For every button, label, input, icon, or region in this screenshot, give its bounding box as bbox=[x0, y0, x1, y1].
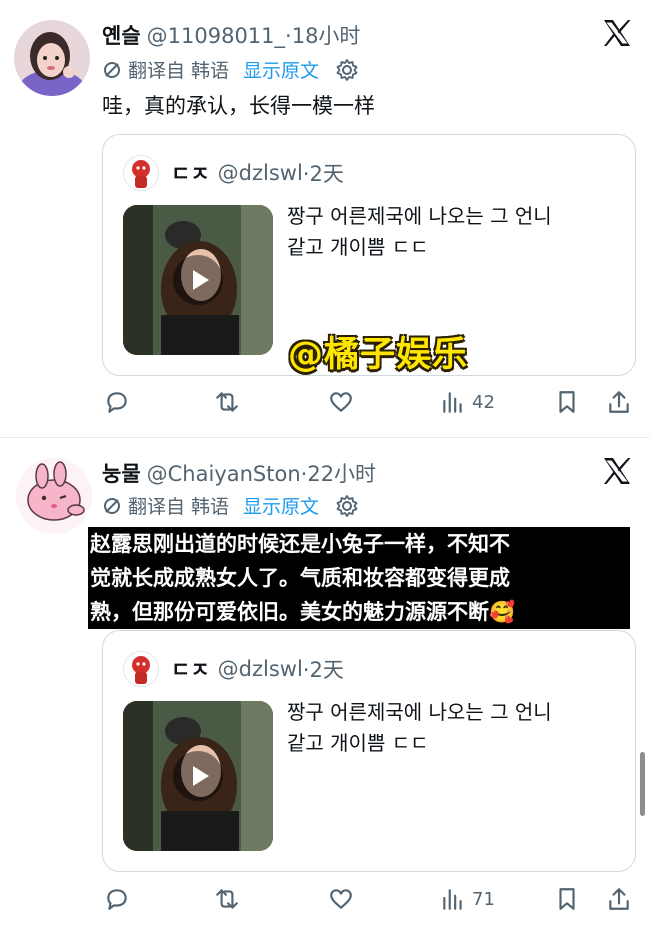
author-name[interactable]: 옌슬 bbox=[102, 24, 141, 48]
views-button[interactable]: 71 bbox=[440, 884, 495, 914]
views-icon bbox=[443, 392, 462, 413]
views-button[interactable]: 42 bbox=[440, 387, 495, 417]
author-handle[interactable]: @ChaiyanSton bbox=[147, 462, 301, 486]
tweet-header: 옌슬 @11098011_·18小时 bbox=[102, 20, 360, 50]
play-icon[interactable] bbox=[173, 751, 223, 801]
settings-icon[interactable] bbox=[335, 494, 359, 518]
quote-text: 짱구 어른제국에 나오는 그 언니 같고 개이쁨 ㄷㄷ bbox=[287, 697, 552, 759]
video-thumbnail[interactable] bbox=[123, 701, 273, 851]
quote-avatar-image bbox=[132, 656, 150, 684]
show-original-link[interactable]: 显示原文 bbox=[243, 492, 319, 519]
reply-icon bbox=[107, 392, 127, 413]
share-icon bbox=[609, 888, 629, 910]
video-thumbnail[interactable] bbox=[123, 205, 273, 355]
play-icon[interactable] bbox=[173, 255, 223, 305]
post-time[interactable]: ·22小时 bbox=[301, 462, 376, 486]
like-icon bbox=[330, 889, 352, 909]
quoted-tweet[interactable]: ㄷㅈ @dzlswl ·2天 짱구 어른제국에 나오는 그 언니 같고 개이쁨 … bbox=[102, 630, 636, 872]
author-name[interactable]: 눙물 bbox=[102, 462, 141, 486]
settings-icon[interactable] bbox=[335, 58, 359, 82]
translation-bar: 翻译自 韩语 显示原文 bbox=[102, 492, 359, 519]
retweet-icon bbox=[216, 392, 238, 412]
x-logo-icon bbox=[604, 20, 631, 46]
caption-line-2: 觉就长成成熟女人了。气质和妆容都变得更成 bbox=[90, 566, 510, 590]
caption-line-1: 赵露思刚出道的时候还是小兔子一样，不知不 bbox=[90, 532, 510, 556]
bookmark-icon bbox=[559, 391, 575, 413]
show-original-link[interactable]: 显示原文 bbox=[243, 56, 319, 83]
translate-icon bbox=[104, 61, 120, 78]
reply-button[interactable] bbox=[104, 884, 130, 914]
quote-author-name[interactable]: ㄷㅈ bbox=[171, 654, 210, 684]
quote-text-line-1: 짱구 어른제국에 나오는 그 언니 bbox=[287, 204, 552, 228]
tweet-header: 눙물 @ChaiyanSton·22小时 bbox=[102, 458, 376, 488]
quote-author-handle[interactable]: @dzlswl bbox=[218, 657, 303, 681]
views-count: 71 bbox=[472, 888, 495, 910]
share-button[interactable] bbox=[606, 387, 632, 417]
views-count: 42 bbox=[472, 391, 495, 413]
bookmark-button[interactable] bbox=[554, 387, 580, 417]
avatar[interactable] bbox=[14, 20, 90, 96]
translated-from-label: 翻译自 韩语 bbox=[128, 496, 230, 518]
translate-icon bbox=[104, 497, 120, 514]
reply-icon bbox=[107, 889, 127, 910]
quote-text: 짱구 어른제국에 나오는 그 언니 같고 개이쁨 ㄷㄷ bbox=[287, 201, 552, 263]
action-bar: 71 bbox=[102, 884, 632, 914]
avatar[interactable] bbox=[16, 458, 92, 534]
quote-text-line-2: 같고 개이쁨 ㄷㄷ bbox=[287, 731, 429, 755]
tweet-2[interactable]: 눙물 @ChaiyanSton·22小时 翻译自 韩语 显示原文 ㄷㅈ @dzls… bbox=[0, 438, 650, 944]
share-button[interactable] bbox=[606, 884, 632, 914]
bookmark-icon bbox=[559, 888, 575, 910]
quote-text-line-2: 같고 개이쁨 ㄷㄷ bbox=[287, 235, 429, 259]
avatar-image bbox=[14, 20, 90, 96]
scrollbar[interactable] bbox=[640, 752, 645, 816]
author-handle[interactable]: @11098011_ bbox=[147, 24, 285, 48]
tweet-text: 哇，真的承认，长得一模一样 bbox=[102, 94, 375, 118]
reply-button[interactable] bbox=[104, 387, 130, 417]
like-button[interactable] bbox=[328, 387, 354, 417]
x-logo-icon bbox=[604, 458, 631, 484]
quote-avatar-image bbox=[132, 160, 150, 188]
retweet-icon bbox=[216, 889, 238, 909]
caption-overlay: 赵露思刚出道的时候还是小兔子一样，不知不 觉就长成成熟女人了。气质和妆容都变得更… bbox=[88, 527, 630, 629]
quote-avatar[interactable] bbox=[123, 651, 159, 687]
quote-author-handle[interactable]: @dzlswl bbox=[218, 161, 303, 185]
quote-time[interactable]: ·2天 bbox=[303, 654, 344, 684]
retweet-button[interactable] bbox=[214, 884, 240, 914]
quote-avatar[interactable] bbox=[123, 155, 159, 191]
quote-author-name[interactable]: ㄷㅈ bbox=[171, 158, 210, 188]
retweet-button[interactable] bbox=[214, 387, 240, 417]
action-bar: 42 bbox=[102, 387, 632, 417]
quote-time[interactable]: ·2天 bbox=[303, 158, 344, 188]
like-icon bbox=[330, 392, 352, 412]
translation-bar: 翻译自 韩语 显示原文 bbox=[102, 56, 359, 83]
translated-from-label: 翻译自 韩语 bbox=[128, 60, 230, 82]
post-time[interactable]: ·18小时 bbox=[285, 24, 360, 48]
views-icon bbox=[443, 889, 462, 910]
caption-line-3: 熟，但那份可爱依旧。美女的魅力源源不断🥰 bbox=[90, 600, 516, 624]
watermark: @橘子娱乐 bbox=[288, 335, 469, 375]
bookmark-button[interactable] bbox=[554, 884, 580, 914]
quote-header: ㄷㅈ @dzlswl ·2天 bbox=[123, 651, 344, 687]
quote-text-line-1: 짱구 어른제국에 나오는 그 언니 bbox=[287, 700, 552, 724]
share-icon bbox=[609, 391, 629, 413]
quote-header: ㄷㅈ @dzlswl ·2天 bbox=[123, 155, 344, 191]
avatar-image bbox=[16, 458, 92, 534]
like-button[interactable] bbox=[328, 884, 354, 914]
